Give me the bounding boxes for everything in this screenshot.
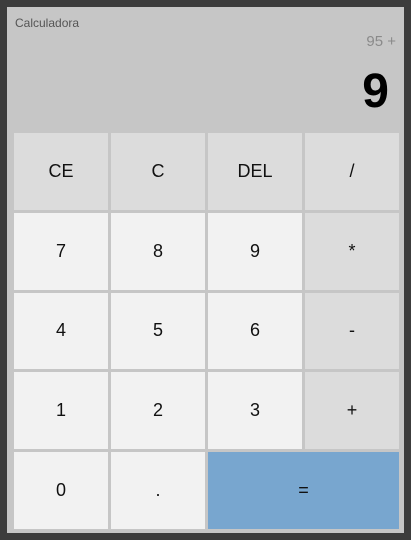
- expression-display: 95 +: [366, 33, 396, 50]
- digit-0-button[interactable]: 0: [14, 452, 108, 529]
- app-title: Calculadora: [15, 16, 80, 30]
- decimal-point-button[interactable]: .: [111, 452, 205, 529]
- plus-button[interactable]: +: [305, 372, 399, 450]
- digit-4-button[interactable]: 4: [14, 292, 108, 370]
- digit-7-button[interactable]: 7: [14, 212, 108, 290]
- digit-6-button[interactable]: 6: [208, 292, 302, 370]
- multiply-button[interactable]: *: [305, 212, 399, 290]
- result-display: 9: [362, 65, 389, 118]
- digit-1-button[interactable]: 1: [14, 372, 108, 450]
- digit-3-button[interactable]: 3: [208, 372, 302, 450]
- calculator-window: Calculadora 95 + 9 CE C DEL / 7 8 9 * 4 …: [7, 7, 404, 533]
- digit-5-button[interactable]: 5: [111, 292, 205, 370]
- digit-9-button[interactable]: 9: [208, 212, 302, 290]
- equals-button[interactable]: =: [208, 452, 399, 529]
- keypad: CE C DEL / 7 8 9 * 4 5 6 - 1 2 3 + 0 . =: [14, 133, 399, 529]
- minus-button[interactable]: -: [305, 292, 399, 370]
- divide-button[interactable]: /: [305, 133, 399, 210]
- clear-button[interactable]: C: [111, 133, 205, 210]
- delete-button[interactable]: DEL: [208, 133, 302, 210]
- clear-entry-button[interactable]: CE: [14, 133, 108, 210]
- digit-8-button[interactable]: 8: [111, 212, 205, 290]
- digit-2-button[interactable]: 2: [111, 372, 205, 450]
